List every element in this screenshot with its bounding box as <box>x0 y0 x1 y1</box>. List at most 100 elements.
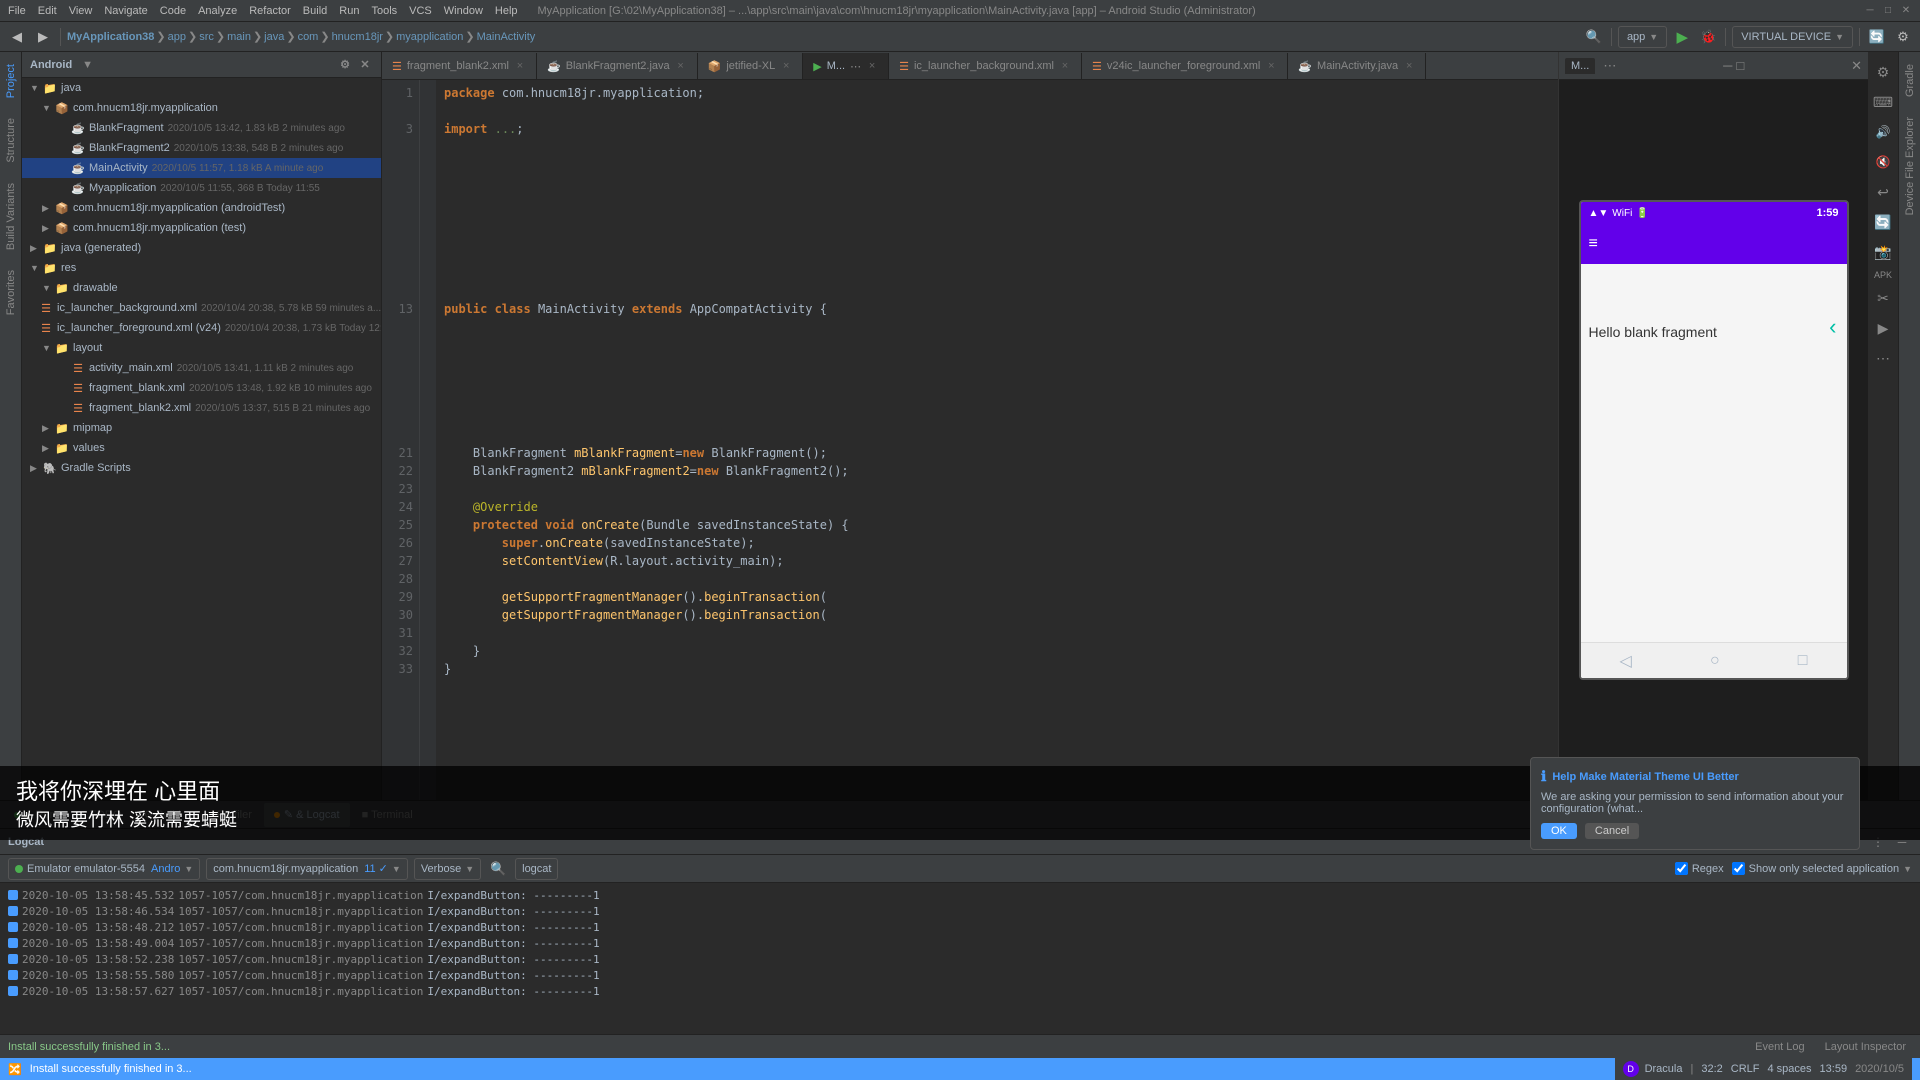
tree-java-folder[interactable]: ▼ 📁 java <box>22 78 381 98</box>
project-panel-settings[interactable]: ⚙ <box>337 57 353 73</box>
log-level-dropdown[interactable]: Verbose ▼ <box>414 858 481 880</box>
tree-java-generated[interactable]: ▶ 📁 java (generated) <box>22 238 381 258</box>
menu-view[interactable]: View <box>69 5 93 17</box>
tree-fragment-blank[interactable]: ☰ fragment_blank.xml 2020/10/5 13:48, 1.… <box>22 378 381 398</box>
menu-run[interactable]: Run <box>339 5 359 17</box>
breadcrumb-project[interactable]: MyApplication38 <box>67 31 154 43</box>
emu-nav-home[interactable]: ○ <box>1710 652 1720 670</box>
emu-ctrl-cut[interactable]: ✂ <box>1871 286 1895 310</box>
breadcrumb-com[interactable]: com <box>298 31 319 43</box>
menu-vcs[interactable]: VCS <box>409 5 432 17</box>
tree-test[interactable]: ▶ 📦 com.hnucm18jr.myapplication (test) <box>22 218 381 238</box>
tab-close-4[interactable]: × <box>866 60 878 72</box>
emu-ctrl-volume-up[interactable]: 🔊 <box>1871 120 1895 144</box>
emu-ctrl-refresh[interactable]: 🔄 <box>1871 210 1895 234</box>
breadcrumb-src[interactable]: src <box>199 31 214 43</box>
device-select-dropdown[interactable]: Emulator emulator-5554 Andro ▼ <box>8 858 200 880</box>
minimize-button[interactable]: ─ <box>1864 5 1876 17</box>
tab-ic-launcher-fg[interactable]: ☰ v24ic_launcher_foreground.xml × <box>1082 53 1288 79</box>
left-tab-project[interactable]: Project <box>2 56 20 106</box>
run-config-dropdown[interactable]: app ▼ <box>1618 26 1667 48</box>
tree-blank-fragment[interactable]: ☕ BlankFragment 2020/10/5 13:42, 1.83 kB… <box>22 118 381 138</box>
emu-ctrl-apk[interactable]: APK <box>1871 270 1895 280</box>
menu-file[interactable]: File <box>8 5 26 17</box>
left-tab-favorites[interactable]: Favorites <box>2 262 20 323</box>
tab-m-dots[interactable]: ⋯ <box>850 60 861 73</box>
menu-bar[interactable]: File Edit View Navigate Code Analyze Ref… <box>8 5 518 17</box>
show-only-checkbox[interactable] <box>1732 862 1745 875</box>
emu-ctrl-play[interactable]: ▶ <box>1871 316 1895 340</box>
emulator-close[interactable]: ✕ <box>1851 58 1862 74</box>
menu-help[interactable]: Help <box>495 5 518 17</box>
run-button[interactable]: ▶ <box>1671 26 1693 48</box>
emu-ctrl-keyboard[interactable]: ⌨ <box>1871 90 1895 114</box>
window-controls[interactable]: ─ □ ✕ <box>1864 5 1912 17</box>
package-select-dropdown[interactable]: com.hnucm18jr.myapplication 11 ✓ ▼ <box>206 858 408 880</box>
debug-button[interactable]: 🐞 <box>1697 26 1719 48</box>
code-editor[interactable]: package com.hnucm18jr.myapplication; imp… <box>436 80 1558 800</box>
device-dropdown[interactable]: VIRTUAL DEVICE ▼ <box>1732 26 1853 48</box>
toolbar-forward[interactable]: ▶ <box>32 26 54 48</box>
emu-back-btn[interactable]: ‹ <box>1829 314 1836 340</box>
close-button[interactable]: ✕ <box>1900 5 1912 17</box>
menu-build[interactable]: Build <box>303 5 327 17</box>
tab-m-active[interactable]: ▶ M... ⋯ × <box>803 53 889 79</box>
toolbar-search[interactable]: 🔍 <box>1583 26 1605 48</box>
menu-edit[interactable]: Edit <box>38 5 57 17</box>
event-log-button[interactable]: Event Log <box>1749 1039 1811 1055</box>
right-tab-gradle[interactable]: Gradle <box>1901 56 1919 105</box>
tab-close-1[interactable]: × <box>514 60 526 72</box>
tree-values[interactable]: ▶ 📁 values <box>22 438 381 458</box>
breadcrumb-main[interactable]: main <box>227 31 251 43</box>
notification-ok-btn[interactable]: OK <box>1541 823 1577 839</box>
tab-jetified[interactable]: 📦 jetified-XL × <box>698 53 804 79</box>
notification-cancel-btn[interactable]: Cancel <box>1585 823 1639 839</box>
tree-myapplication[interactable]: ☕ Myapplication 2020/10/5 11:55, 368 B T… <box>22 178 381 198</box>
tree-gradle-scripts[interactable]: ▶ 🐘 Gradle Scripts <box>22 458 381 478</box>
breadcrumb-pkg[interactable]: hnucm18jr <box>332 31 383 43</box>
breadcrumb-mainactivity[interactable]: MainActivity <box>477 31 536 43</box>
tree-drawable[interactable]: ▼ 📁 drawable <box>22 278 381 298</box>
menu-refactor[interactable]: Refactor <box>249 5 291 17</box>
emu-nav-back[interactable]: ◁ <box>1620 651 1632 671</box>
menu-window[interactable]: Window <box>444 5 483 17</box>
tab-close-5[interactable]: × <box>1059 60 1071 72</box>
tree-activity-main[interactable]: ☰ activity_main.xml 2020/10/5 13:41, 1.1… <box>22 358 381 378</box>
maximize-button[interactable]: □ <box>1882 5 1894 17</box>
tree-mipmap[interactable]: ▶ 📁 mipmap <box>22 418 381 438</box>
tree-main-activity[interactable]: ☕ MainActivity 2020/10/5 11:57, 1.18 kB … <box>22 158 381 178</box>
project-panel-close[interactable]: ✕ <box>357 57 373 73</box>
left-tab-structure[interactable]: Structure <box>2 110 20 171</box>
tree-ic-launcher-fg[interactable]: ☰ ic_launcher_foreground.xml (v24) 2020/… <box>22 318 381 338</box>
emu-ctrl-settings[interactable]: ⚙ <box>1871 60 1895 84</box>
tree-android-test[interactable]: ▶ 📦 com.hnucm18jr.myapplication (android… <box>22 198 381 218</box>
emulator-more-btn[interactable]: ⋯ <box>1603 58 1616 74</box>
tab-ic-launcher-bg[interactable]: ☰ ic_launcher_background.xml × <box>889 53 1082 79</box>
tree-res-folder[interactable]: ▼ 📁 res <box>22 258 381 278</box>
tab-close-6[interactable]: × <box>1265 60 1277 72</box>
tree-layout-folder[interactable]: ▼ 📁 layout <box>22 338 381 358</box>
left-tab-build-variants[interactable]: Build Variants <box>2 175 20 258</box>
emu-ctrl-rotate[interactable]: ↩ <box>1871 180 1895 204</box>
toolbar-sync[interactable]: 🔄 <box>1866 26 1888 48</box>
show-only-selected-group[interactable]: Show only selected application ▼ <box>1732 862 1912 875</box>
layout-inspector-button[interactable]: Layout Inspector <box>1819 1039 1912 1055</box>
emulator-minimize[interactable]: ─ <box>1723 58 1732 73</box>
tab-fragment-blank2-xml[interactable]: ☰ fragment_blank2.xml × <box>382 53 537 79</box>
right-tab-device-file[interactable]: Device File Explorer <box>1901 109 1919 223</box>
tab-main-activity-java[interactable]: ☕ MainActivity.java × <box>1288 53 1426 79</box>
tab-blank-fragment2-java[interactable]: ☕ BlankFragment2.java × <box>537 53 698 79</box>
menu-code[interactable]: Code <box>160 5 186 17</box>
tab-close-3[interactable]: × <box>780 60 792 72</box>
tab-close-2[interactable]: × <box>675 60 687 72</box>
breadcrumb-app[interactable]: app <box>168 31 186 43</box>
toolbar-back[interactable]: ◀ <box>6 26 28 48</box>
emu-ctrl-volume-down[interactable]: 🔇 <box>1871 150 1895 174</box>
menu-tools[interactable]: Tools <box>371 5 397 17</box>
tree-package-main[interactable]: ▼ 📦 com.hnucm18jr.myapplication <box>22 98 381 118</box>
project-dropdown-arrow[interactable]: ▼ <box>82 59 93 71</box>
breadcrumb-myapp[interactable]: myapplication <box>396 31 463 43</box>
regex-checkbox-group[interactable]: Regex <box>1675 862 1724 875</box>
emulator-tab[interactable]: M... <box>1565 58 1595 74</box>
emu-ctrl-screenshot[interactable]: 📸 <box>1871 240 1895 264</box>
